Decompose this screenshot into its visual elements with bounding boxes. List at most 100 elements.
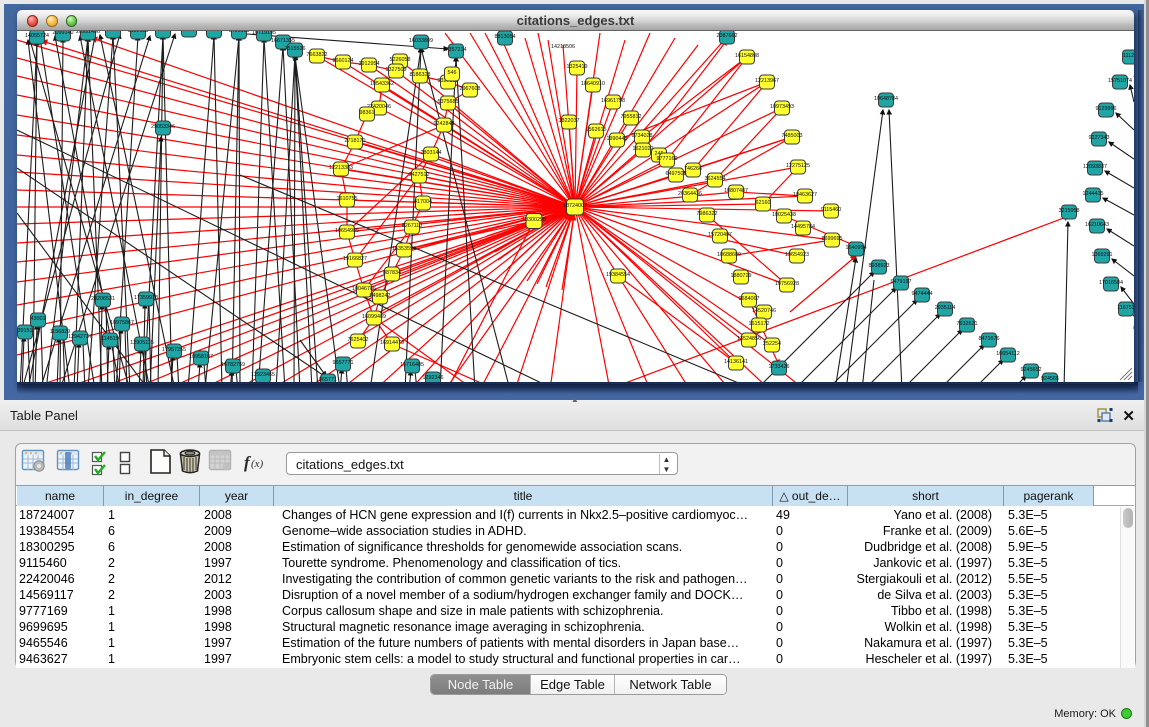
svg-text:3624554: 3624554 xyxy=(705,176,726,182)
svg-text:9474444: 9474444 xyxy=(912,291,933,297)
svg-text:1610755: 1610755 xyxy=(337,196,358,202)
svg-text:2718170: 2718170 xyxy=(345,138,366,144)
svg-text:19166827: 19166827 xyxy=(343,256,367,262)
svg-text:9327509: 9327509 xyxy=(386,67,407,73)
svg-text:2099140: 2099140 xyxy=(53,31,74,36)
svg-text:10807487: 10807487 xyxy=(724,188,748,194)
svg-text:14055724: 14055724 xyxy=(25,33,49,39)
svg-text:7986322: 7986322 xyxy=(697,211,718,217)
svg-text:11123: 11123 xyxy=(1123,53,1134,59)
svg-text:5498242: 5498242 xyxy=(370,293,391,299)
svg-text:1822037: 1822037 xyxy=(559,118,580,124)
svg-text:7485003: 7485003 xyxy=(782,133,803,139)
svg-text:9684067: 9684067 xyxy=(739,296,760,302)
svg-text:1244415: 1244415 xyxy=(1083,191,1104,197)
svg-text:417004: 417004 xyxy=(414,199,432,205)
svg-text:16210643: 16210643 xyxy=(1085,222,1109,228)
svg-text:7663822: 7663822 xyxy=(307,52,328,58)
svg-text:10648784: 10648784 xyxy=(874,96,898,102)
svg-text:16961758: 16961758 xyxy=(601,98,625,104)
svg-text:9152155: 9152155 xyxy=(128,31,149,34)
svg-text:746266: 746266 xyxy=(684,166,702,172)
svg-text:1369291: 1369291 xyxy=(1092,252,1113,258)
svg-text:9657771: 9657771 xyxy=(333,360,354,366)
svg-text:10046786: 10046786 xyxy=(352,286,376,292)
svg-text:10653287: 10653287 xyxy=(177,31,201,32)
svg-text:10025438: 10025438 xyxy=(772,212,796,218)
svg-text:10973493: 10973493 xyxy=(770,104,794,110)
svg-text:16154808: 16154808 xyxy=(735,53,759,59)
svg-text:12275125: 12275125 xyxy=(786,163,810,169)
svg-text:10975867: 10975867 xyxy=(110,320,134,326)
svg-text:8660124: 8660124 xyxy=(333,58,354,64)
svg-text:7632621: 7632621 xyxy=(957,321,978,327)
svg-text:29053346: 29053346 xyxy=(151,124,175,130)
svg-text:14495784: 14495784 xyxy=(791,224,815,230)
svg-text:17957255: 17957255 xyxy=(162,347,186,353)
svg-text:12093837: 12093837 xyxy=(1083,164,1107,170)
svg-text:16033809: 16033809 xyxy=(409,38,433,44)
svg-text:1640954: 1640954 xyxy=(846,245,867,251)
svg-text:14136141: 14136141 xyxy=(724,359,748,365)
svg-text:6497508: 6497508 xyxy=(666,171,687,177)
svg-text:2967608: 2967608 xyxy=(460,86,481,92)
svg-text:546: 546 xyxy=(448,70,457,76)
svg-text:3912954: 3912954 xyxy=(359,61,380,67)
svg-text:12213383: 12213383 xyxy=(329,165,353,171)
svg-text:12923465: 12923465 xyxy=(251,372,275,378)
svg-text:7625402: 7625402 xyxy=(348,337,369,343)
svg-text:1935129: 1935129 xyxy=(103,31,124,33)
svg-text:18640910: 18640910 xyxy=(581,81,605,87)
svg-text:8267110: 8267110 xyxy=(402,223,423,229)
svg-text:1527602: 1527602 xyxy=(204,31,225,33)
svg-text:10719195: 10719195 xyxy=(252,31,276,36)
svg-text:10654112: 10654112 xyxy=(996,351,1020,357)
svg-text:9777169: 9777169 xyxy=(657,156,678,162)
svg-text:114519: 114519 xyxy=(101,336,119,342)
svg-text:13524856: 13524856 xyxy=(737,336,761,342)
svg-text:887834: 887834 xyxy=(383,270,401,276)
svg-text:9734028: 9734028 xyxy=(632,133,653,139)
svg-text:9242848: 9242848 xyxy=(434,121,455,127)
svg-text:39151: 39151 xyxy=(18,328,33,334)
svg-text:965771: 965771 xyxy=(319,377,337,382)
svg-text:10543362: 10543362 xyxy=(370,81,394,87)
svg-text:9427512: 9427512 xyxy=(409,172,430,178)
svg-text:8471676: 8471676 xyxy=(979,336,1000,342)
svg-text:98361: 98361 xyxy=(360,110,375,116)
svg-text:924565: 924565 xyxy=(1041,376,1059,382)
svg-text:16782759: 16782759 xyxy=(221,362,245,368)
svg-text:10958107: 10958107 xyxy=(189,354,213,360)
svg-text:116753: 116753 xyxy=(1117,305,1134,311)
svg-text:(x): (x) xyxy=(251,458,264,470)
svg-text:7955812: 7955812 xyxy=(621,114,642,120)
svg-text:12942737: 12942737 xyxy=(68,334,92,340)
svg-text:3215958: 3215958 xyxy=(1059,208,1080,214)
svg-text:1615172: 1615172 xyxy=(749,321,770,327)
svg-text:1880729: 1880729 xyxy=(731,273,752,279)
svg-text:2803144: 2803144 xyxy=(421,150,442,156)
svg-text:2087662: 2087662 xyxy=(717,33,738,39)
svg-text:19654985: 19654985 xyxy=(335,228,359,234)
svg-text:9227343: 9227343 xyxy=(1089,135,1110,141)
svg-text:5226058: 5226058 xyxy=(390,57,411,63)
svg-text:10463627: 10463627 xyxy=(793,192,817,198)
svg-text:252254: 252254 xyxy=(763,341,781,347)
svg-text:9245652: 9245652 xyxy=(1021,367,1042,373)
svg-text:18724007: 18724007 xyxy=(563,203,587,209)
svg-text:16914479: 16914479 xyxy=(380,340,404,346)
svg-text:7357214: 7357214 xyxy=(446,47,467,53)
svg-text:15720407: 15720407 xyxy=(708,232,732,238)
svg-text:43001: 43001 xyxy=(31,316,46,322)
svg-text:1065328: 1065328 xyxy=(153,31,174,33)
svg-text:19654923: 19654923 xyxy=(785,252,809,258)
svg-text:9115460: 9115460 xyxy=(821,207,842,213)
svg-text:20364436: 20364436 xyxy=(678,191,702,197)
svg-text:20206531: 20206531 xyxy=(91,296,115,302)
svg-text:1733426: 1733426 xyxy=(769,364,790,370)
svg-text:8699695: 8699695 xyxy=(822,236,843,242)
svg-text:17359918: 17359918 xyxy=(134,295,158,301)
svg-text:6466160: 6466160 xyxy=(229,31,250,34)
svg-text:1990448: 1990448 xyxy=(607,136,628,142)
svg-text:18300295: 18300295 xyxy=(522,217,546,223)
